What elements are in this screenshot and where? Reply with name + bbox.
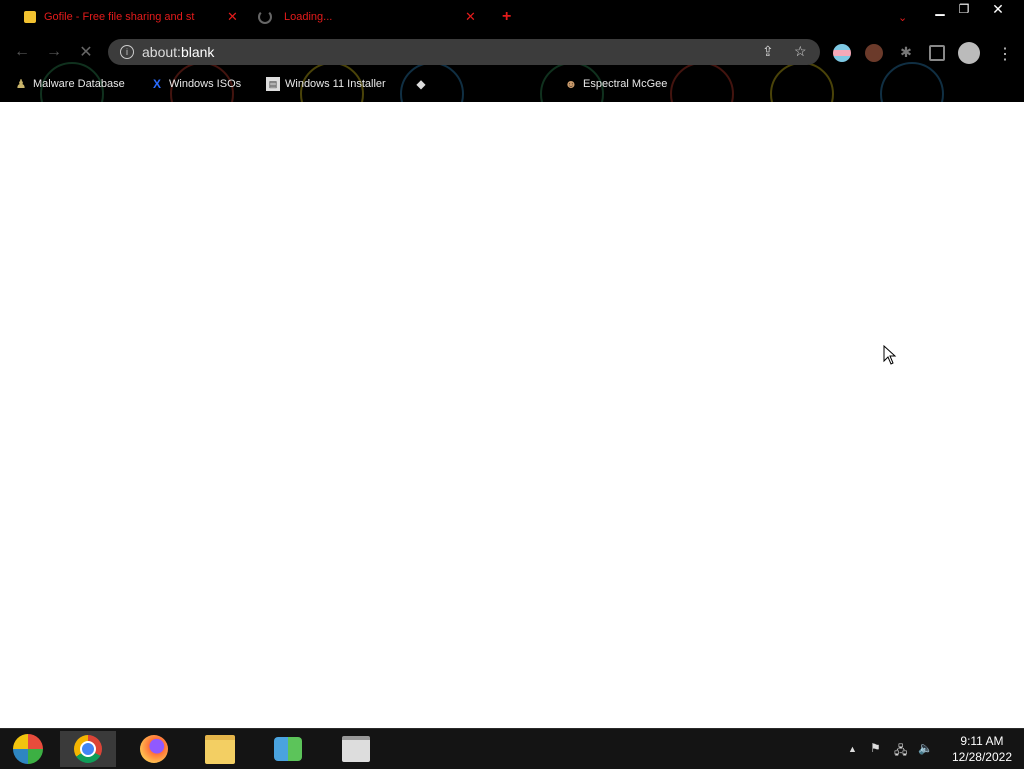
bookmark-site[interactable]: ◆ <box>414 74 433 94</box>
stop-loading-icon[interactable]: ✕ <box>74 40 98 64</box>
bookmark-star-icon[interactable]: ☆ <box>794 43 807 60</box>
show-hidden-icons-chevron[interactable]: ▲ <box>848 744 857 754</box>
close-window-icon[interactable]: ✕ <box>982 0 1014 18</box>
tab-loading[interactable]: Loading... ✕ <box>258 0 478 34</box>
taskbar: ▲ ⚑ 🖧 🔈 9:11 AM 12/28/2022 <box>0 728 1024 769</box>
taskbar-store[interactable] <box>328 731 384 767</box>
back-arrow-icon[interactable]: ← <box>10 40 34 64</box>
profile-avatar-icon[interactable] <box>958 42 980 64</box>
chrome-icon <box>74 735 102 763</box>
theme-decoration <box>770 62 834 102</box>
x-logo-icon: X <box>152 77 161 91</box>
address-bar[interactable]: i about:blank ⇪ ☆ <box>108 39 820 65</box>
store-icon <box>342 736 370 762</box>
new-tab-button[interactable]: + <box>502 0 511 34</box>
tab-gofile[interactable]: Gofile - Free file sharing and st ✕ <box>24 0 244 34</box>
extension-flag-icon[interactable] <box>833 44 851 62</box>
person-icon: ♟ <box>15 77 27 91</box>
tab-title: Loading... <box>284 11 333 23</box>
firefox-icon <box>140 735 168 763</box>
bookmark-malware-database[interactable]: ♟ Malware Database <box>14 74 125 94</box>
tab-strip: Gofile - Free file sharing and st ✕ Load… <box>0 0 1024 34</box>
url-text[interactable]: about:blank <box>142 44 214 60</box>
action-center-flag-icon[interactable]: ⚑ <box>870 741 881 755</box>
menu-kebab-icon[interactable]: ⋮ <box>996 44 1014 63</box>
side-panel-icon[interactable] <box>929 45 945 61</box>
face-favicon: ☻ <box>564 77 578 91</box>
theme-decoration <box>880 62 944 102</box>
taskbar-file-explorer[interactable] <box>192 731 248 767</box>
clock-time: 9:11 AM <box>960 734 1004 748</box>
extensions-puzzle-icon[interactable]: ✱ <box>897 44 915 62</box>
gofile-favicon <box>24 11 36 23</box>
folder-icon <box>205 734 235 764</box>
tab-title: Gofile - Free file sharing and st <box>44 11 195 23</box>
taskbar-firefox[interactable] <box>126 731 182 767</box>
bookmark-label: Windows ISOs <box>169 78 242 90</box>
theme-decoration <box>670 62 734 102</box>
bookmark-espectral-mcgee[interactable]: ☻ Espectral McGee <box>564 74 668 94</box>
info-icon[interactable]: i <box>120 45 134 59</box>
forward-arrow-icon[interactable]: → <box>42 40 66 64</box>
site-favicon: ◆ <box>416 77 426 91</box>
restore-icon[interactable]: ❐ <box>948 0 980 18</box>
bookmark-label: Malware Database <box>33 78 125 90</box>
share-icon[interactable]: ⇪ <box>762 43 774 60</box>
bookmark-windows-isos[interactable]: X Windows ISOs <box>150 74 241 94</box>
taskbar-network-app[interactable] <box>260 731 316 767</box>
tab-close-icon[interactable]: ✕ <box>227 9 238 25</box>
volume-icon[interactable]: 🔈 <box>918 741 933 755</box>
page-content-blank[interactable] <box>0 102 1024 728</box>
page-icon: ▤ <box>266 77 280 91</box>
extension-avatar-icon[interactable] <box>865 44 883 62</box>
users-network-icon <box>274 737 302 761</box>
bookmark-windows-11-installer[interactable]: ▤ Windows 11 Installer <box>266 74 386 94</box>
system-clock[interactable]: 9:11 AM 12/28/2022 <box>952 733 1012 765</box>
tab-search-chevron-icon[interactable]: ⌄ <box>898 0 907 34</box>
start-orb-icon <box>13 734 43 764</box>
mouse-cursor-icon <box>883 345 897 365</box>
loading-spinner-icon <box>258 10 272 24</box>
taskbar-chrome[interactable] <box>60 731 116 767</box>
bookmark-label: Windows 11 Installer <box>285 78 386 90</box>
clock-date: 12/28/2022 <box>951 750 1012 764</box>
browser-chrome: Gofile - Free file sharing and st ✕ Load… <box>0 0 1024 102</box>
bookmark-label: Espectral McGee <box>583 78 668 90</box>
network-icon[interactable]: 🖧 <box>894 741 907 762</box>
tab-close-icon[interactable]: ✕ <box>465 9 476 25</box>
start-button[interactable] <box>0 731 56 767</box>
